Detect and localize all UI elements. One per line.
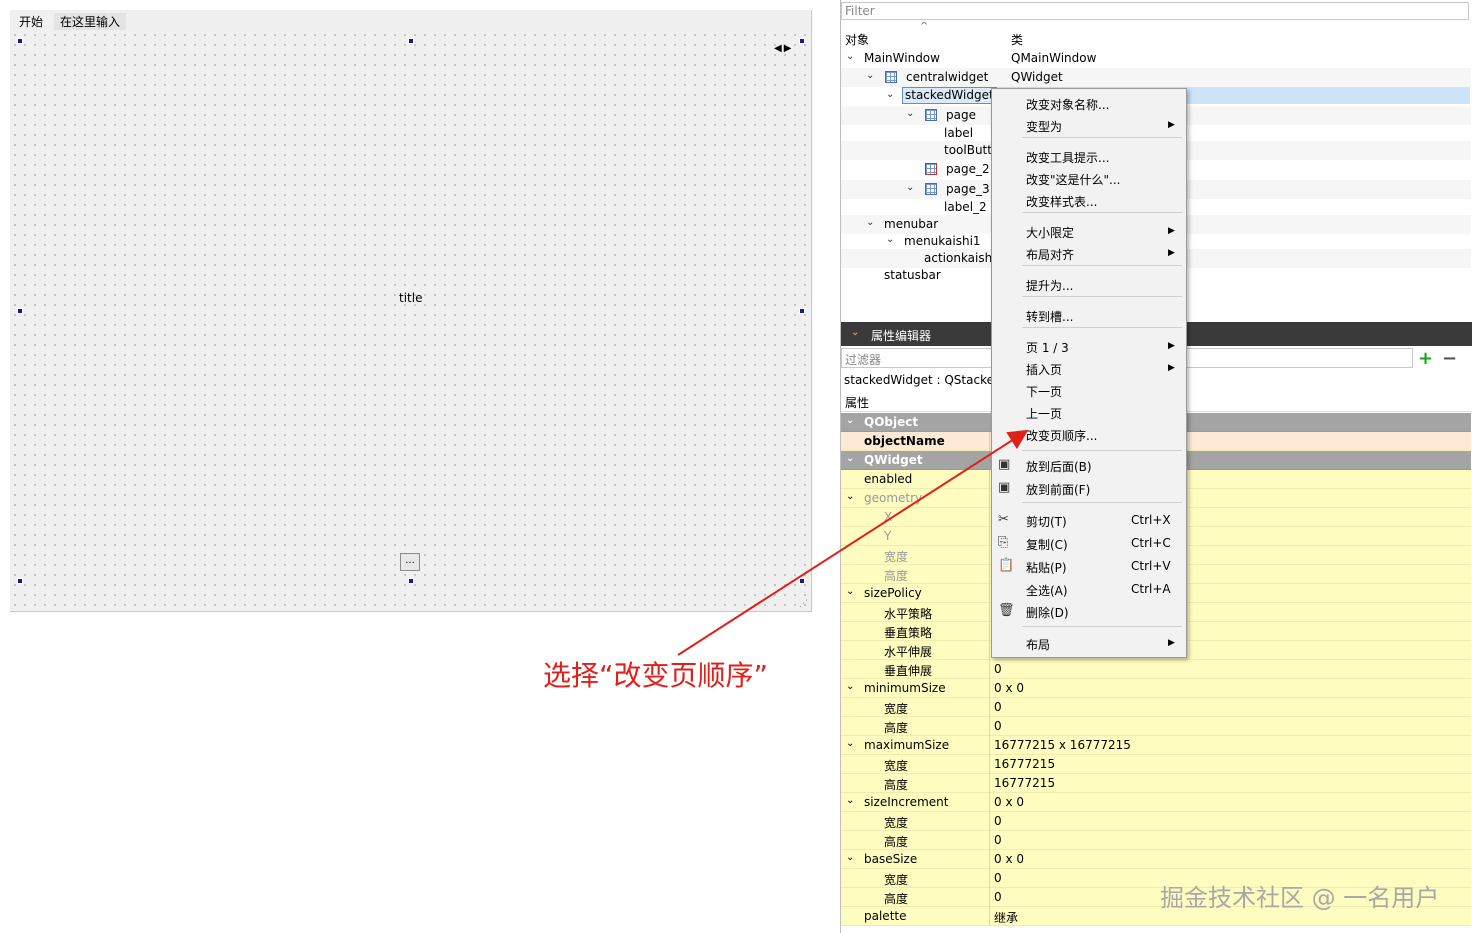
annotation-arrow xyxy=(677,429,1029,656)
annotation-text: 选择“改变页顺序” xyxy=(543,659,769,692)
watermark: 掘金技术社区 @ 一名用户 xyxy=(1160,884,1440,912)
